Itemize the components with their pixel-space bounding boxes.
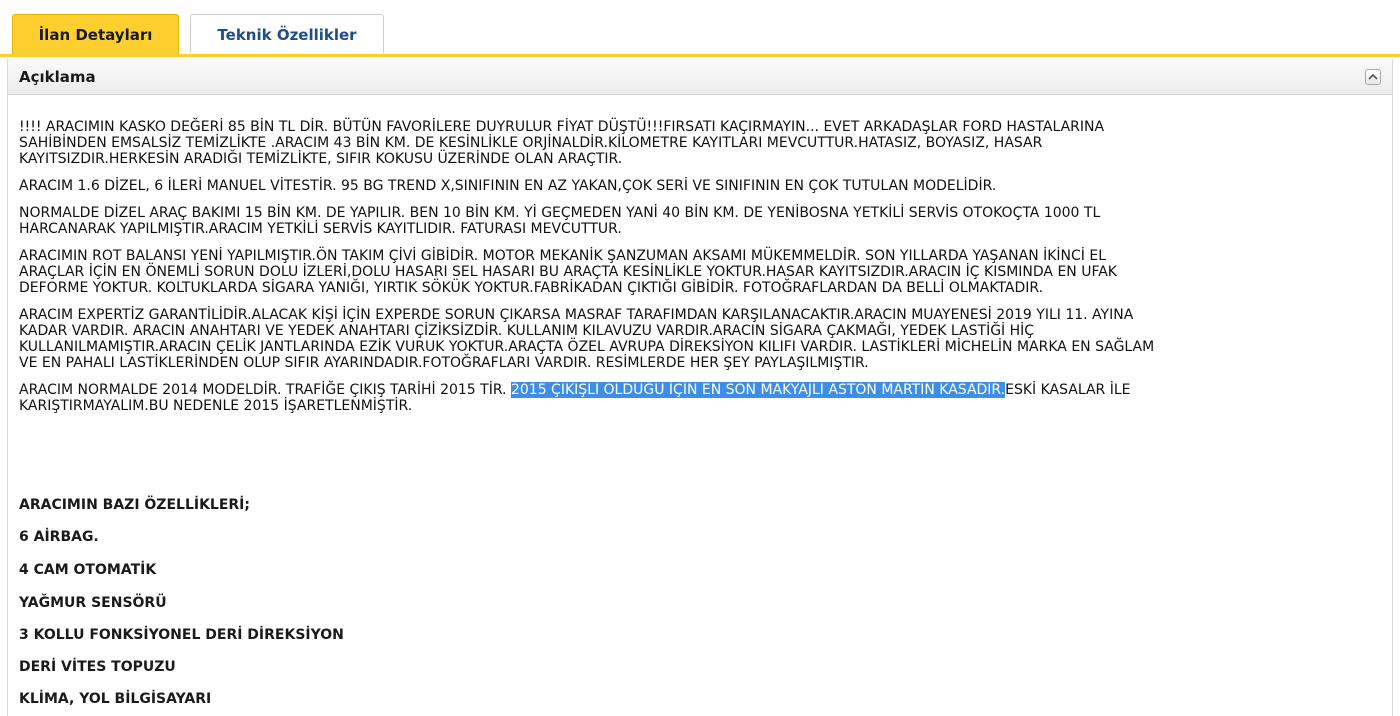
feature-item: 4 CAM OTOMATİK xyxy=(19,562,157,578)
description-paragraph: !!!! ARACIMIN KASKO DEĞERİ 85 BİN TL DİR… xyxy=(19,119,1379,167)
collapse-button[interactable] xyxy=(1365,69,1381,85)
text-line: KAYITSIZDIR.HERKESİN ARADIĞI TEMİZLİKTE,… xyxy=(19,151,623,167)
description-paragraph: ARACIM NORMALDE 2014 MODELDİR. TRAFİĞE Ç… xyxy=(19,382,1379,414)
text-line: ARACIM EXPERTİZ GARANTİLİDİR.ALACAK KİŞİ… xyxy=(19,307,1134,323)
description-paragraph: ARACIM 1.6 DİZEL, 6 İLERİ MANUEL VİTESTİ… xyxy=(19,178,1379,194)
text-segment: ESKİ KASALAR İLE xyxy=(1005,382,1131,398)
text-line: VE EN PAHALI LASTİKLERİNDEN OLUP SIFIR A… xyxy=(19,355,869,371)
description-text: !!!! ARACIMIN KASKO DEĞERİ 85 BİN TL DİR… xyxy=(19,119,1379,425)
text-line: KULLANILMAMIŞTIR.ARACIN ÇELİK JANTLARIND… xyxy=(19,339,1155,355)
feature-item: YAĞMUR SENSÖRÜ xyxy=(19,595,167,611)
text-line: DEFORME YOKTUR. KOLTUKLARDA SİGARA YANIĞ… xyxy=(19,280,1044,296)
features-heading: ARACIMIN BAZI ÖZELLİKLERİ; xyxy=(19,497,250,513)
tab-bar: İlan Detayları Teknik Özellikler xyxy=(0,0,1400,59)
tab-technical-specs[interactable]: Teknik Özellikler xyxy=(190,14,384,53)
description-paragraph: NORMALDE DİZEL ARAÇ BAKIMI 15 BİN KM. DE… xyxy=(19,205,1379,237)
listing-details-page: İlan Detayları Teknik Özellikler Açıklam… xyxy=(0,0,1400,716)
text-line: HARCANARAK YAPILMIŞTIR.ARACIM YETKİLİ SE… xyxy=(19,221,622,237)
panel-header: Açıklama xyxy=(8,59,1392,95)
chevron-up-icon xyxy=(1368,73,1378,80)
text-line: ARACIM 1.6 DİZEL, 6 İLERİ MANUEL VİTESTİ… xyxy=(19,178,997,194)
feature-item: 3 KOLLU FONKSİYONEL DERİ DİREKSİYON xyxy=(19,627,344,643)
text-line: !!!! ARACIMIN KASKO DEĞERİ 85 BİN TL DİR… xyxy=(19,119,1105,135)
tab-listing-details[interactable]: İlan Detayları xyxy=(12,14,179,54)
text-line: ARACIM NORMALDE 2014 MODELDİR. TRAFİĞE Ç… xyxy=(19,382,1379,398)
text-line: ARACIMIN ROT BALANSI YENİ YAPILMIŞTIR.ÖN… xyxy=(19,248,1107,264)
text-line: KADAR VARDIR. ARACIN ANAHTARI VE YEDEK A… xyxy=(19,323,1035,339)
text-line: SAHİBİNDEN EMSALSİZ TEMİZLİKTE .ARACIM 4… xyxy=(19,135,1043,151)
text-line: ARAÇLAR İÇİN EN ÖNEMLİ SORUN DOLU İZLERİ… xyxy=(19,264,1117,280)
tab-bar-underline xyxy=(0,54,1400,57)
description-paragraph: ARACIMIN ROT BALANSI YENİ YAPILMIŞTIR.ÖN… xyxy=(19,248,1379,296)
feature-item: DERİ VİTES TOPUZU xyxy=(19,659,176,675)
selected-text-highlight: 2015 ÇIKIŞLI OLDUĞU İÇİN EN SON MAKYAJLI… xyxy=(510,382,1006,398)
feature-item: 6 AİRBAG. xyxy=(19,529,99,545)
panel-title: Açıklama xyxy=(19,68,96,86)
text-segment: ARACIM NORMALDE 2014 MODELDİR. TRAFİĞE Ç… xyxy=(19,382,511,398)
text-line: NORMALDE DİZEL ARAÇ BAKIMI 15 BİN KM. DE… xyxy=(19,205,1101,221)
text-line: KARIŞTIRMAYALIM.BU NEDENLE 2015 İŞARETLE… xyxy=(19,398,413,414)
feature-item: KLİMA, YOL BİLGİSAYARI xyxy=(19,691,212,707)
description-paragraph: ARACIM EXPERTİZ GARANTİLİDİR.ALACAK KİŞİ… xyxy=(19,307,1379,371)
